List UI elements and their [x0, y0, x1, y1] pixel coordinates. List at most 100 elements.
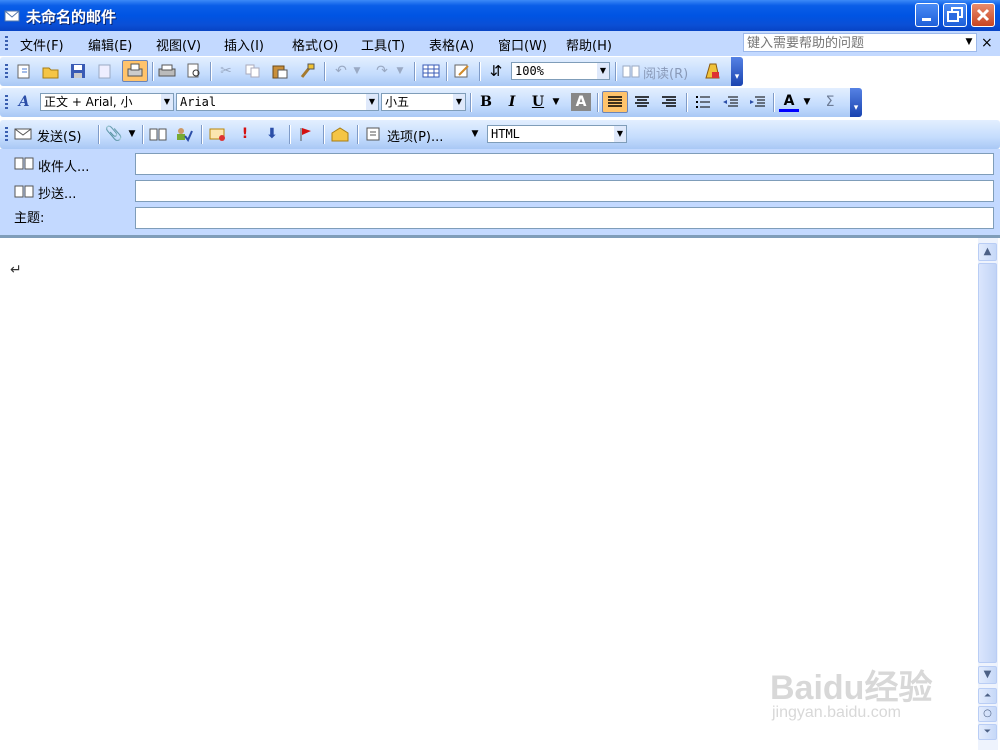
help-search-input[interactable]: [744, 34, 965, 52]
toolbar-options-chevron[interactable]: ▾: [731, 57, 743, 86]
send-icon-wrap[interactable]: [13, 125, 33, 143]
watermark-url: jingyan.baidu.com: [772, 704, 901, 721]
underline-button[interactable]: U: [528, 93, 548, 111]
chevron-down-icon[interactable]: ▼: [366, 94, 378, 110]
menu-tools[interactable]: 工具(T): [361, 35, 405, 54]
address-book-button[interactable]: [148, 125, 168, 143]
toolbar-grip[interactable]: [5, 95, 8, 110]
permission-button[interactable]: [95, 62, 115, 80]
menu-window[interactable]: 窗口(W): [498, 35, 547, 54]
menu-insert[interactable]: 插入(I): [224, 35, 264, 54]
preview-button[interactable]: [184, 62, 204, 80]
underline-dropdown[interactable]: ▼: [551, 93, 561, 111]
menubar-grip[interactable]: [5, 36, 8, 51]
copy-button[interactable]: [243, 62, 263, 80]
importance-high-button[interactable]: !: [235, 125, 255, 143]
align-center-button[interactable]: [632, 93, 652, 111]
chevron-down-icon[interactable]: ▼: [161, 94, 173, 110]
menu-help[interactable]: 帮助(H): [566, 35, 612, 54]
send-button[interactable]: 发送(S): [37, 126, 81, 145]
print-preview-toggle[interactable]: [122, 60, 148, 82]
next-page-button[interactable]: ⏷: [978, 724, 997, 740]
autosum-button[interactable]: Σ: [820, 93, 840, 111]
chevron-down-icon[interactable]: ▼: [963, 35, 975, 50]
envelope-button[interactable]: [330, 125, 350, 143]
cc-field[interactable]: [135, 180, 994, 202]
scroll-up-button[interactable]: ▲: [978, 243, 997, 261]
address-book-icon: [14, 185, 34, 198]
print-icon: [158, 64, 176, 77]
highlight-button[interactable]: A: [571, 93, 591, 111]
decrease-indent-button[interactable]: [720, 93, 740, 111]
font-size-select[interactable]: 小五 ▼: [381, 93, 466, 111]
menu-edit[interactable]: 编辑(E): [88, 35, 132, 54]
save-button[interactable]: [68, 62, 88, 80]
drawing-button[interactable]: [452, 62, 472, 80]
undo-button[interactable]: ↶: [331, 62, 351, 80]
permission-mail-button[interactable]: [208, 125, 228, 143]
chevron-down-icon[interactable]: ▼: [614, 126, 626, 142]
to-field[interactable]: [135, 153, 994, 175]
style-select[interactable]: 正文 + Arial, 小 ▼: [40, 93, 174, 111]
separator: [357, 125, 359, 144]
options-dropdown[interactable]: ▼: [470, 125, 480, 143]
close-button[interactable]: [971, 3, 995, 27]
bullets-button[interactable]: [693, 93, 713, 111]
align-right-button[interactable]: [659, 93, 679, 111]
message-format-select[interactable]: HTML ▼: [487, 125, 627, 143]
previous-page-button[interactable]: ⏶: [978, 688, 997, 704]
insert-table-button[interactable]: [421, 62, 441, 80]
to-button[interactable]: 收件人...: [38, 156, 89, 175]
importance-low-button[interactable]: ⬇: [262, 125, 282, 143]
menu-table[interactable]: 表格(A): [429, 35, 474, 54]
help-search-box[interactable]: ▼: [743, 33, 977, 52]
bold-button[interactable]: B: [476, 93, 496, 111]
read-button-icon-wrap[interactable]: [621, 62, 641, 80]
redo-dropdown[interactable]: ▼: [395, 62, 405, 80]
align-left-button[interactable]: [602, 91, 628, 113]
message-format-value: HTML: [491, 127, 520, 141]
attach-dropdown[interactable]: ▼: [127, 125, 137, 143]
cc-button[interactable]: 抄送...: [38, 183, 76, 202]
toolbar-grip[interactable]: [5, 64, 8, 79]
close-document-button[interactable]: ×: [981, 35, 993, 51]
scroll-thumb[interactable]: [978, 263, 997, 663]
format-painter-button[interactable]: [297, 62, 317, 80]
menu-file[interactable]: 文件(F): [20, 35, 64, 54]
cut-button[interactable]: ✂: [216, 62, 236, 80]
font-select[interactable]: Arial ▼: [176, 93, 379, 111]
scroll-down-button[interactable]: ▼: [978, 666, 997, 684]
paste-button[interactable]: [270, 62, 290, 80]
options-icon-wrap[interactable]: [363, 125, 383, 143]
undo-icon: ↶: [335, 63, 347, 79]
open-button[interactable]: [41, 62, 61, 80]
chevron-down-icon[interactable]: ▼: [597, 63, 609, 79]
check-names-button[interactable]: [174, 125, 194, 143]
zoom-select[interactable]: 100% ▼: [511, 62, 610, 80]
vertical-scrollbar[interactable]: ▲ ▼ ⏶ ○ ⏷: [978, 238, 998, 750]
options-button[interactable]: 选项(P)...: [387, 126, 443, 145]
toolbar-options-chevron[interactable]: ▾: [850, 88, 862, 117]
subject-field[interactable]: [135, 207, 994, 229]
minimize-button[interactable]: [915, 3, 939, 27]
select-browse-object-button[interactable]: ○: [978, 706, 997, 722]
chevron-down-icon[interactable]: ▼: [453, 94, 465, 110]
attach-button[interactable]: 📎: [104, 125, 124, 143]
font-color-button[interactable]: A: [779, 93, 799, 112]
research-button[interactable]: [702, 62, 722, 80]
menu-format[interactable]: 格式(O): [292, 35, 338, 54]
restore-button[interactable]: [943, 3, 967, 27]
document-map-button[interactable]: ⇵: [486, 62, 506, 80]
increase-indent-button[interactable]: [747, 93, 767, 111]
new-button[interactable]: [14, 62, 34, 80]
menu-view[interactable]: 视图(V): [156, 35, 201, 54]
styles-button[interactable]: A: [14, 93, 34, 111]
read-button-label[interactable]: 阅读(R): [643, 63, 688, 82]
print-button[interactable]: [157, 62, 177, 80]
italic-button[interactable]: I: [502, 93, 522, 111]
follow-up-flag-button[interactable]: [296, 125, 316, 143]
redo-button[interactable]: ↷: [372, 62, 392, 80]
toolbar-grip[interactable]: [5, 127, 8, 142]
font-color-dropdown[interactable]: ▼: [802, 93, 812, 111]
undo-dropdown[interactable]: ▼: [352, 62, 362, 80]
